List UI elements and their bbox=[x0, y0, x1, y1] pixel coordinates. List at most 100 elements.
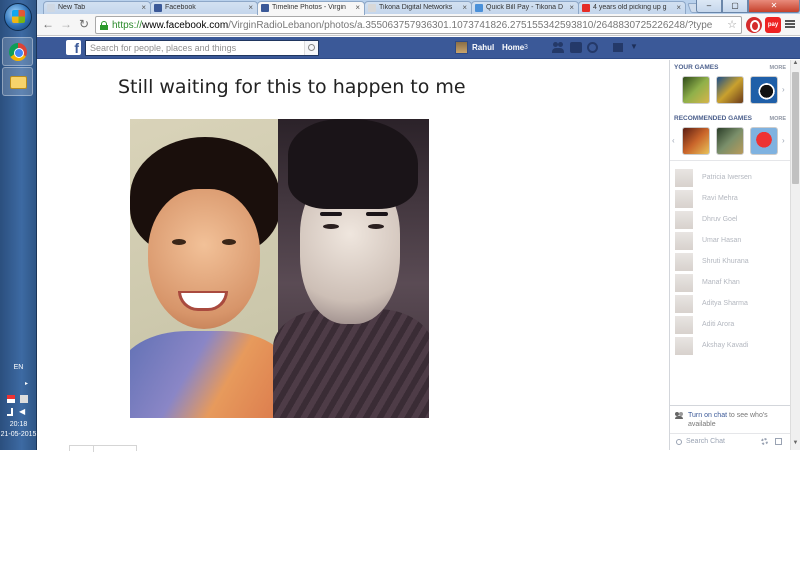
search-placeholder: Search for people, places and things bbox=[90, 43, 237, 53]
tab-youtube-video[interactable]: 4 years old picking up g × bbox=[578, 1, 686, 14]
facebook-top-bar: f Search for people, places and things R… bbox=[37, 37, 800, 59]
game-tile[interactable] bbox=[750, 127, 778, 155]
chat-contact-name: Aditya Sharma bbox=[702, 300, 748, 307]
photo-image[interactable] bbox=[130, 119, 429, 418]
search-icon[interactable] bbox=[304, 41, 318, 55]
close-tab-icon[interactable]: × bbox=[676, 3, 681, 12]
close-tab-icon[interactable]: × bbox=[141, 3, 146, 12]
tab-label: 4 years old picking up g bbox=[593, 4, 667, 11]
wifi-signal-icon[interactable] bbox=[7, 408, 13, 416]
profile-link[interactable]: Rahul bbox=[472, 43, 494, 52]
game-tile[interactable] bbox=[682, 76, 710, 104]
scroll-down-arrow-icon[interactable]: ▼ bbox=[791, 440, 800, 450]
avatar bbox=[675, 295, 693, 313]
avatar[interactable] bbox=[455, 41, 468, 54]
taskbar-chrome-button[interactable] bbox=[2, 37, 33, 66]
browser-toolbar: ← → ↻ https://www.facebook.com/VirginRad… bbox=[37, 14, 800, 36]
chat-contact[interactable]: Dhruv Goel bbox=[674, 211, 786, 231]
close-tab-icon[interactable]: × bbox=[248, 3, 253, 12]
settings-caret-icon[interactable]: ▼ bbox=[630, 42, 638, 51]
tab-timeline-photos[interactable]: Timeline Photos - Virgin × bbox=[257, 1, 365, 15]
photo-right-half bbox=[273, 119, 429, 418]
tab-facebook[interactable]: Facebook × bbox=[150, 1, 258, 14]
volume-icon[interactable]: ◀ bbox=[19, 407, 27, 416]
scroll-up-arrow-icon[interactable]: ▲ bbox=[791, 60, 800, 70]
close-window-button[interactable]: ✕ bbox=[748, 0, 800, 13]
chevron-right-icon[interactable]: › bbox=[782, 136, 785, 145]
avatar bbox=[675, 253, 693, 271]
language-indicator[interactable]: EN bbox=[0, 364, 37, 371]
network-adapter-icon[interactable] bbox=[20, 395, 28, 403]
chat-contact[interactable]: Patricia Iwersen bbox=[674, 169, 786, 189]
game-tile[interactable] bbox=[716, 76, 744, 104]
tab-new-tab[interactable]: New Tab × bbox=[43, 1, 151, 14]
chat-contact[interactable]: Shruti Khurana bbox=[674, 253, 786, 273]
messages-icon[interactable] bbox=[570, 42, 582, 53]
close-tab-icon[interactable]: × bbox=[462, 3, 467, 12]
compose-icon[interactable] bbox=[775, 438, 782, 445]
start-button[interactable] bbox=[4, 3, 32, 31]
windows-logo-icon bbox=[12, 10, 25, 23]
tab-label: Timeline Photos - Virgin bbox=[272, 4, 346, 11]
chat-contact-name: Manaf Khan bbox=[702, 279, 740, 286]
chevron-left-icon[interactable]: ‹ bbox=[672, 136, 675, 145]
recommended-games-more-link[interactable]: MORE bbox=[770, 116, 787, 122]
forward-button[interactable]: → bbox=[58, 17, 74, 33]
chat-contact[interactable]: Manaf Khan bbox=[674, 274, 786, 294]
maximize-button[interactable]: ▢ bbox=[722, 0, 748, 13]
turn-on-chat-link[interactable]: Turn on chat bbox=[688, 412, 727, 419]
game-tile[interactable] bbox=[716, 127, 744, 155]
home-link[interactable]: Home bbox=[502, 43, 524, 52]
minimize-button[interactable]: – bbox=[696, 0, 722, 13]
tray-expand-icon[interactable]: ▸ bbox=[25, 380, 28, 387]
url-text[interactable]: https://www.facebook.com/VirginRadioLeba… bbox=[112, 20, 712, 31]
game-tile[interactable] bbox=[750, 76, 778, 104]
chat-contact[interactable]: Akshay Kavadi bbox=[674, 337, 786, 357]
chat-contact[interactable]: Ravi Mehra bbox=[674, 190, 786, 210]
chat-contact[interactable]: Aditi Arora bbox=[674, 316, 786, 336]
divider bbox=[670, 160, 791, 161]
avatar bbox=[675, 274, 693, 292]
chat-contact-name: Akshay Kavadi bbox=[702, 342, 749, 349]
privacy-shortcuts-icon[interactable] bbox=[613, 43, 623, 52]
chat-search-placeholder: Search Chat bbox=[686, 438, 725, 445]
lock-icon[interactable] bbox=[100, 21, 108, 30]
your-games-more-link[interactable]: MORE bbox=[770, 65, 787, 71]
close-tab-icon[interactable]: × bbox=[355, 3, 360, 12]
action-center-flag-icon[interactable] bbox=[7, 395, 15, 403]
folder-icon bbox=[10, 76, 27, 89]
tab-favicon bbox=[47, 4, 55, 12]
back-button[interactable]: ← bbox=[40, 17, 56, 33]
game-tile[interactable] bbox=[682, 127, 710, 155]
tab-tikona[interactable]: Tikona Digital Networks × bbox=[364, 1, 472, 14]
facebook-logo-icon[interactable]: f bbox=[66, 40, 81, 55]
chat-contact[interactable]: Aditya Sharma bbox=[674, 295, 786, 315]
page-scrollbar[interactable]: ▲ ▼ bbox=[790, 60, 800, 450]
tab-quick-bill-pay[interactable]: Quick Bill Pay - Tikona D × bbox=[471, 1, 579, 14]
tab-label: New Tab bbox=[58, 4, 86, 11]
address-bar[interactable]: https://www.facebook.com/VirginRadioLeba… bbox=[95, 16, 742, 34]
clock-time[interactable]: 20:18 bbox=[0, 421, 37, 428]
close-tab-icon[interactable]: × bbox=[569, 3, 574, 12]
avatar bbox=[675, 169, 693, 187]
opera-extension-icon[interactable] bbox=[746, 17, 762, 33]
chat-contact[interactable]: Umar Hasan bbox=[674, 232, 786, 252]
facebook-search-input[interactable]: Search for people, places and things bbox=[85, 40, 319, 56]
taskbar-explorer-button[interactable] bbox=[2, 67, 33, 96]
page-favicon-icon bbox=[368, 4, 376, 12]
tab-strip: New Tab × Facebook × Timeline Photos - V… bbox=[37, 0, 800, 15]
photo-left-half bbox=[130, 119, 290, 418]
bookmark-star-icon[interactable]: ☆ bbox=[727, 18, 737, 31]
hamburger-menu-icon[interactable] bbox=[785, 18, 795, 30]
chat-search-input[interactable]: Search Chat bbox=[670, 433, 791, 450]
notifications-icon[interactable] bbox=[587, 42, 598, 53]
chat-contact-name: Shruti Khurana bbox=[702, 258, 749, 265]
gear-icon[interactable] bbox=[761, 438, 768, 445]
reload-button[interactable]: ↻ bbox=[76, 17, 92, 33]
photo-actions-bar[interactable] bbox=[69, 445, 137, 452]
friend-requests-icon[interactable] bbox=[552, 42, 564, 53]
scroll-thumb[interactable] bbox=[792, 72, 799, 184]
pay-extension-icon[interactable]: pay bbox=[765, 17, 781, 33]
clock-date[interactable]: 21-05-2015 bbox=[0, 431, 37, 438]
chevron-right-icon[interactable]: › bbox=[782, 85, 785, 94]
